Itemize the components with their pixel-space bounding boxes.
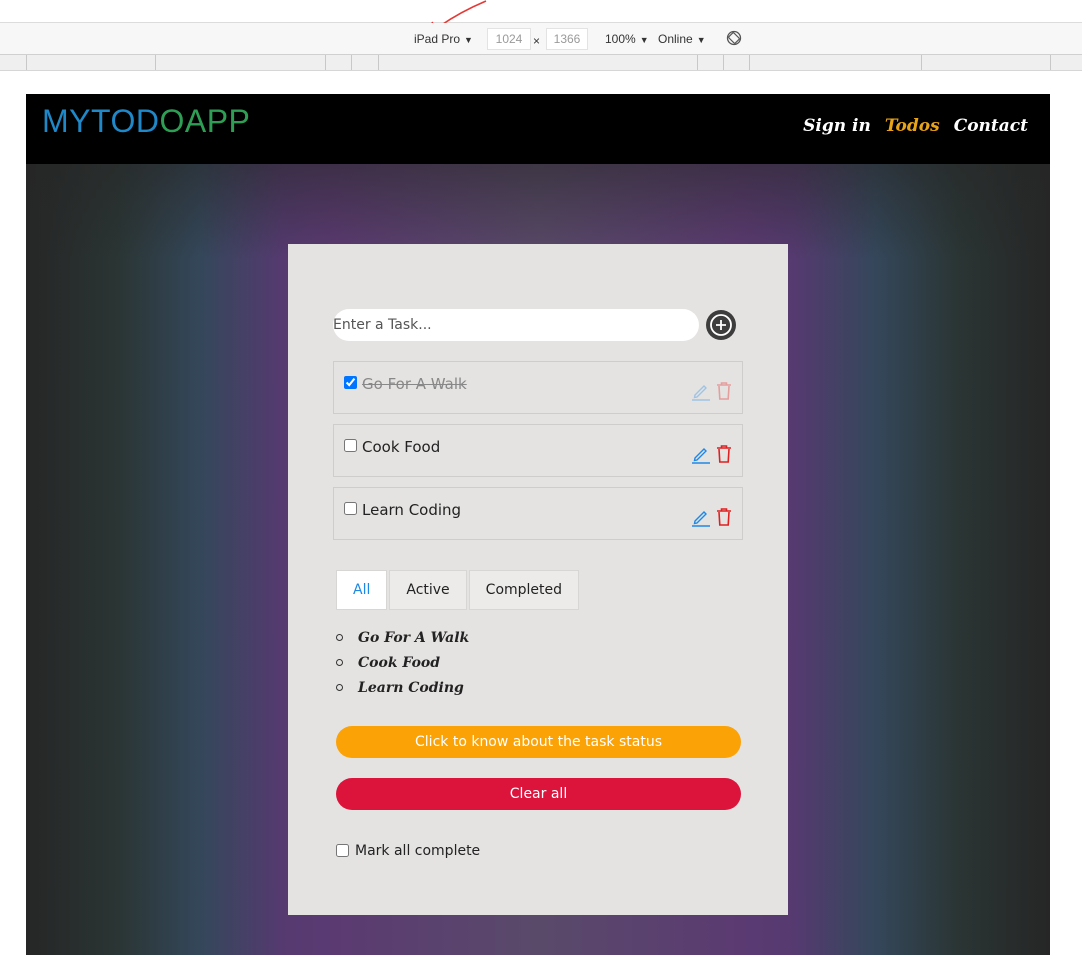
chevron-down-icon: ▼: [639, 35, 649, 45]
add-task-button[interactable]: [706, 310, 736, 340]
todo-card: Go For A Walk Cook Food: [288, 244, 788, 915]
list-item: Learn Coding: [336, 678, 469, 703]
todo-checkbox[interactable]: [344, 439, 357, 452]
mark-all-checkbox[interactable]: [336, 844, 349, 857]
zoom-label: 100%: [605, 32, 636, 46]
todo-checkbox[interactable]: [344, 376, 357, 389]
device-label: iPad Pro: [414, 32, 461, 46]
task-summary-list: Go For A Walk Cook Food Learn Coding: [336, 628, 469, 703]
zoom-select[interactable]: 100% ▼: [605, 32, 649, 46]
app-logo[interactable]: MYTODOAPP: [42, 103, 250, 140]
edit-icon[interactable]: [691, 381, 711, 401]
device-viewport: MYTODOAPP Sign in Todos Contact Go For A…: [26, 94, 1050, 955]
list-item: Go For A Walk: [336, 628, 469, 653]
nav-signin-link[interactable]: Sign in: [803, 116, 871, 136]
media-query-ruler: [0, 55, 1082, 71]
todo-item: Go For A Walk: [333, 361, 743, 414]
task-status-button[interactable]: Click to know about the task status: [336, 726, 741, 758]
trash-icon[interactable]: [716, 381, 732, 401]
edit-icon[interactable]: [691, 507, 711, 527]
list-item: Cook Food: [336, 653, 469, 678]
filter-tabs: All Active Completed: [336, 570, 580, 610]
device-select[interactable]: iPad Pro ▼: [414, 32, 473, 46]
todo-text: Go For A Walk: [362, 375, 467, 393]
logo-text-blue: MYTOD: [42, 103, 160, 139]
navbar: MYTODOAPP Sign in Todos Contact: [26, 94, 1050, 164]
clear-all-button[interactable]: Clear all: [336, 778, 741, 810]
height-input[interactable]: 1366: [546, 28, 588, 50]
tab-active[interactable]: Active: [389, 570, 467, 610]
list-item-text: Cook Food: [358, 655, 441, 671]
chevron-down-icon: ▼: [696, 35, 706, 45]
edit-icon[interactable]: [691, 444, 711, 464]
device-toolbar: iPad Pro ▼ 1024 × 1366 100% ▼ Online ▼: [0, 23, 1082, 55]
network-label: Online: [658, 32, 693, 46]
list-item-text: Learn Coding: [358, 680, 464, 696]
trash-icon[interactable]: [716, 507, 732, 527]
bullet-icon: [336, 659, 343, 666]
list-item-text: Go For A Walk: [358, 630, 470, 646]
task-input[interactable]: [333, 309, 699, 341]
plus-circle-icon: [710, 314, 732, 336]
rotate-icon[interactable]: [726, 30, 742, 46]
logo-text-green: OAPP: [159, 103, 251, 139]
network-select[interactable]: Online ▼: [658, 32, 706, 46]
chevron-down-icon: ▼: [464, 35, 473, 45]
nav-links: Sign in Todos Contact: [803, 116, 1028, 136]
nav-contact-link[interactable]: Contact: [954, 116, 1028, 136]
todo-item: Learn Coding: [333, 487, 743, 540]
browser-top-strip: [0, 0, 1082, 23]
mark-all-complete[interactable]: Mark all complete: [336, 843, 480, 859]
todo-text: Cook Food: [362, 438, 441, 456]
todo-item: Cook Food: [333, 424, 743, 477]
bullet-icon: [336, 634, 343, 641]
width-input[interactable]: 1024: [487, 28, 531, 50]
todo-text: Learn Coding: [362, 501, 462, 519]
todo-checkbox[interactable]: [344, 502, 357, 515]
tab-completed[interactable]: Completed: [468, 570, 580, 610]
trash-icon[interactable]: [716, 444, 732, 464]
dimension-separator: ×: [533, 34, 541, 48]
nav-todos-link[interactable]: Todos: [885, 116, 940, 136]
bullet-icon: [336, 684, 343, 691]
tab-all[interactable]: All: [336, 570, 388, 610]
mark-all-label: Mark all complete: [355, 843, 481, 859]
